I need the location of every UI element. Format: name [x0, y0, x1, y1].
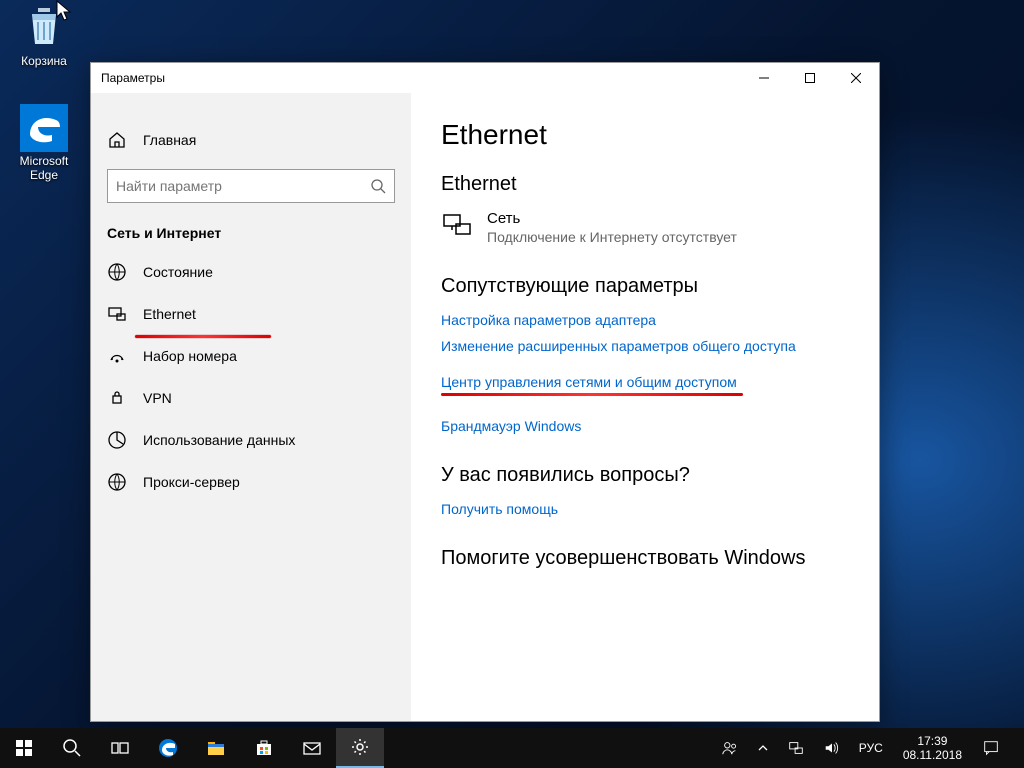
sidebar-item-ethernet[interactable]: Ethernet — [91, 293, 411, 335]
taskbar-explorer[interactable] — [192, 728, 240, 768]
close-button[interactable] — [833, 63, 879, 93]
link-network-center[interactable]: Центр управления сетями и общим доступом — [441, 374, 737, 390]
connection-status: Подключение к Интернету отсутствует — [487, 229, 737, 245]
home-icon — [107, 130, 127, 150]
search-icon — [370, 178, 386, 194]
start-button[interactable] — [0, 728, 48, 768]
network-icon — [441, 210, 473, 242]
sidebar-item-label: Прокси-сервер — [143, 474, 395, 490]
sidebar-item-label: Ethernet — [143, 306, 395, 322]
maximize-button[interactable] — [787, 63, 833, 93]
link-get-help[interactable]: Получить помощь — [441, 501, 849, 517]
sidebar-item-vpn[interactable]: VPN — [91, 377, 411, 419]
settings-window: Параметры Главная — [90, 62, 880, 722]
connection-heading: Ethernet — [441, 173, 849, 196]
feedback-heading: Помогите усовершенствовать Windows — [441, 547, 849, 570]
taskbar-settings[interactable] — [336, 728, 384, 768]
desktop: Корзина Microsoft Edge Параметры — [0, 0, 1024, 768]
link-windows-firewall[interactable]: Брандмауэр Windows — [441, 418, 849, 434]
desktop-icon-edge[interactable]: Microsoft Edge — [6, 104, 82, 182]
task-view-button[interactable] — [96, 728, 144, 768]
proxy-icon — [107, 472, 127, 492]
settings-sidebar: Главная Сеть и Интернет Состояние — [91, 93, 411, 721]
desktop-icon-label: Microsoft Edge — [6, 154, 82, 182]
minimize-button[interactable] — [741, 63, 787, 93]
dialup-icon — [107, 346, 127, 366]
tray-action-center-icon[interactable] — [976, 728, 1006, 768]
sidebar-item-label: Набор номера — [143, 348, 395, 364]
sidebar-section-label: Сеть и Интернет — [91, 211, 411, 251]
titlebar[interactable]: Параметры — [91, 63, 879, 93]
sidebar-item-proxy[interactable]: Прокси-сервер — [91, 461, 411, 503]
link-adapter-settings[interactable]: Настройка параметров адаптера — [441, 312, 849, 328]
ethernet-connection[interactable]: Сеть Подключение к Интернету отсутствует — [441, 210, 849, 245]
sidebar-item-datausage[interactable]: Использование данных — [91, 419, 411, 461]
search-box[interactable] — [107, 169, 395, 203]
show-desktop-button[interactable] — [1012, 728, 1018, 768]
mouse-cursor — [56, 0, 74, 24]
related-heading: Сопутствующие параметры — [441, 275, 849, 298]
connection-name: Сеть — [487, 210, 737, 227]
tray-clock[interactable]: 17:39 08.11.2018 — [895, 734, 970, 763]
sidebar-item-dialup[interactable]: Набор номера — [91, 335, 411, 377]
desktop-icon-label: Корзина — [6, 54, 82, 68]
taskbar-mail[interactable] — [288, 728, 336, 768]
taskbar: РУС 17:39 08.11.2018 — [0, 728, 1024, 768]
page-heading: Ethernet — [441, 119, 849, 151]
status-icon — [107, 262, 127, 282]
window-title: Параметры — [101, 71, 165, 85]
tray-network-icon[interactable] — [781, 728, 811, 768]
tray-time: 17:39 — [903, 734, 962, 748]
data-usage-icon — [107, 430, 127, 450]
tray-language[interactable]: РУС — [853, 728, 889, 768]
system-tray: РУС 17:39 08.11.2018 — [715, 728, 1024, 768]
vpn-icon — [107, 388, 127, 408]
sidebar-home[interactable]: Главная — [91, 119, 411, 161]
sidebar-home-label: Главная — [143, 132, 395, 148]
sidebar-item-status[interactable]: Состояние — [91, 251, 411, 293]
search-button[interactable] — [48, 728, 96, 768]
tray-volume-icon[interactable] — [817, 728, 847, 768]
sidebar-item-label: Использование данных — [143, 432, 395, 448]
taskbar-edge[interactable] — [144, 728, 192, 768]
tray-chevron-up-icon[interactable] — [751, 728, 775, 768]
tray-date: 08.11.2018 — [903, 748, 962, 762]
taskbar-store[interactable] — [240, 728, 288, 768]
settings-main: Ethernet Ethernet Сеть Подключение к Инт… — [411, 93, 879, 721]
sidebar-item-label: VPN — [143, 390, 395, 406]
edge-icon — [20, 104, 68, 152]
sidebar-item-label: Состояние — [143, 264, 395, 280]
ethernet-icon — [107, 304, 127, 324]
tray-people[interactable] — [715, 728, 745, 768]
search-input[interactable] — [116, 178, 370, 194]
link-advanced-sharing[interactable]: Изменение расширенных параметров общего … — [441, 338, 849, 354]
help-heading: У вас появились вопросы? — [441, 464, 849, 487]
